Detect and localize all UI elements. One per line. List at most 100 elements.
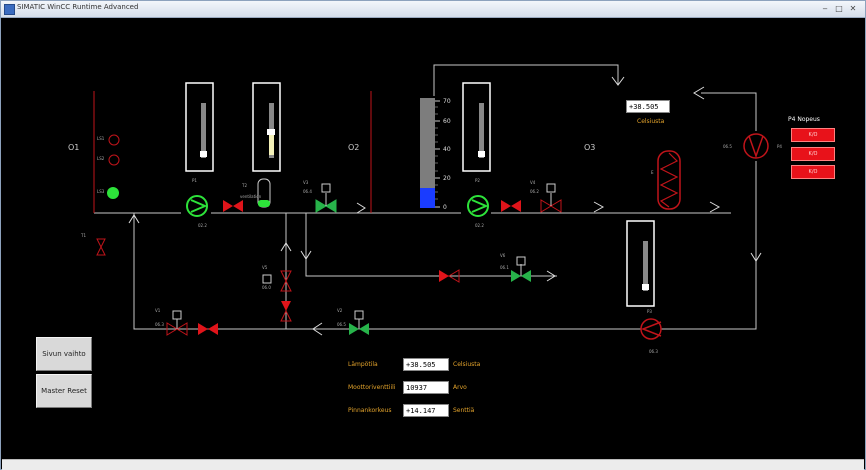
tank-o2-label: O2 bbox=[348, 143, 359, 152]
level-switch-3-icon bbox=[107, 187, 119, 199]
close-button[interactable]: ✕ bbox=[847, 3, 859, 14]
valve-v3[interactable]: V3 06.4 bbox=[303, 180, 337, 213]
motor-valve-unit: Arvo bbox=[453, 384, 467, 391]
tanks bbox=[93, 91, 372, 213]
pump-p4[interactable]: 06.5 P4 bbox=[723, 133, 782, 159]
temperature-unit: Celsiusta bbox=[637, 118, 665, 125]
level-unit: Senttiä bbox=[453, 407, 475, 414]
pump-p2-label: P2 bbox=[475, 178, 480, 183]
valve-red-p2[interactable] bbox=[501, 200, 521, 212]
valve-v5[interactable]: V5 06.0 bbox=[262, 265, 292, 292]
temperature-field-unit: Celsiusta bbox=[453, 361, 481, 368]
pipe-bypass-h bbox=[305, 213, 557, 277]
minimize-button[interactable]: ‒ bbox=[819, 3, 831, 14]
window-title: SIMATIC WinCC Runtime Advanced bbox=[17, 3, 139, 11]
speed-button-1[interactable]: K/O bbox=[791, 128, 835, 142]
heater-label: E bbox=[651, 170, 654, 175]
level-switch-3-label: LS3 bbox=[97, 189, 105, 194]
pipe-overflow bbox=[433, 64, 619, 96]
gauge-2 bbox=[252, 82, 281, 172]
flow-arrow-icon bbox=[709, 201, 721, 213]
master-reset-button[interactable]: Master Reset bbox=[36, 374, 92, 408]
gauge-2-fill bbox=[269, 133, 274, 155]
pump-p1-label: P1 bbox=[192, 178, 197, 183]
pump-p1-value: 02.2 bbox=[198, 223, 207, 228]
valve-v2-value: 06.5 bbox=[337, 322, 346, 327]
level-switch-2-icon bbox=[108, 154, 120, 166]
gauge-2-indicator bbox=[267, 129, 275, 135]
temp-sensor-sub: ventilation bbox=[240, 194, 262, 199]
gauge-3-frame bbox=[462, 82, 491, 172]
pump-p4-label: P4 bbox=[777, 144, 782, 149]
level-switches bbox=[108, 134, 120, 166]
valve-v2[interactable]: V2 06.5 bbox=[337, 308, 369, 335]
gauge-1-frame bbox=[185, 82, 214, 172]
tank-level-tick-20: 20 bbox=[443, 175, 451, 182]
pump-p2[interactable]: P2 02.2 bbox=[467, 178, 489, 228]
valve-red-p1[interactable] bbox=[223, 200, 243, 212]
heater: E bbox=[651, 150, 681, 210]
gauge-2-frame bbox=[252, 82, 281, 172]
flow-arrow-icon bbox=[356, 202, 366, 214]
tank-level-tick-0: 0 bbox=[443, 204, 447, 211]
valve-v6-value: 06.1 bbox=[500, 265, 509, 270]
valve-v6[interactable]: V6 06.1 bbox=[500, 253, 531, 282]
valve-v6-label: V6 bbox=[500, 253, 506, 258]
level-field: +14.147 bbox=[403, 404, 449, 417]
tank-level-ticks bbox=[435, 100, 440, 208]
gauge-3 bbox=[462, 82, 491, 172]
valve-v1-label: V1 bbox=[155, 308, 161, 313]
flow-arrow-icon bbox=[593, 201, 605, 213]
title-bar: SIMATIC WinCC Runtime Advanced ‒ □ ✕ bbox=[1, 1, 865, 18]
temp-sensor-label: T2 bbox=[241, 183, 247, 188]
pump-p4-value: 06.5 bbox=[723, 144, 732, 149]
maximize-button[interactable]: □ bbox=[833, 3, 845, 14]
speed-button-2[interactable]: K/O bbox=[791, 147, 835, 161]
pipe-p4-down bbox=[661, 161, 757, 330]
temp-sensor: T2 ventilation bbox=[240, 178, 271, 208]
page-switch-button[interactable]: Sivun vaihto bbox=[36, 337, 92, 371]
gauge-1-track bbox=[201, 103, 206, 158]
tank-level-fill bbox=[420, 188, 435, 208]
tank-o3-label: O3 bbox=[584, 143, 595, 152]
valve-t1-label: T1 bbox=[80, 233, 86, 238]
gauge-4 bbox=[626, 220, 655, 307]
valve-icon[interactable] bbox=[501, 200, 521, 212]
temperature-readout: +38.505 bbox=[626, 100, 670, 113]
gauge-4-frame bbox=[626, 220, 655, 307]
level-switch-1-icon bbox=[108, 134, 120, 146]
level-switch-1-label: LS1 bbox=[97, 136, 105, 141]
tank-level: 70 60 40 20 0 bbox=[420, 98, 451, 211]
pump-p3[interactable]: P3 06.3 bbox=[640, 309, 662, 354]
valve-icon[interactable] bbox=[281, 301, 291, 311]
pipe-top-right bbox=[701, 92, 757, 97]
motor-valve-label: Moottoriventtiili bbox=[348, 384, 396, 391]
level-label: Pinnankorkeus bbox=[348, 407, 392, 414]
pump-p3-value: 06.3 bbox=[649, 349, 658, 354]
speed-title: P4 Nopeus bbox=[788, 116, 820, 123]
level-switch-2-label: LS2 bbox=[97, 156, 105, 161]
valve-v4[interactable]: V4 06.2 bbox=[530, 180, 562, 213]
horizontal-scrollbar[interactable] bbox=[2, 459, 864, 470]
app-icon bbox=[4, 4, 15, 15]
tank-level-tick-70: 70 bbox=[443, 98, 451, 105]
pump-p1[interactable]: P1 02.2 bbox=[186, 178, 208, 228]
temperature-field: +38.505 bbox=[403, 358, 449, 371]
gauge-3-track bbox=[479, 103, 484, 158]
tank-o1-label: O1 bbox=[68, 143, 79, 152]
valve-t1-icon[interactable] bbox=[96, 238, 106, 256]
pump-p3-label: P3 bbox=[647, 309, 652, 314]
valve-icon[interactable] bbox=[439, 270, 449, 282]
pipe-return bbox=[133, 213, 641, 330]
valve-v1[interactable]: V1 06.3 bbox=[155, 308, 218, 336]
valve-v4-label: V4 bbox=[530, 180, 536, 185]
speed-button-3[interactable]: K/O bbox=[791, 165, 835, 179]
valve-v1-x[interactable]: T1 bbox=[80, 233, 106, 256]
valve-v1-value: 06.3 bbox=[155, 322, 164, 327]
valve-icon[interactable] bbox=[223, 200, 243, 212]
temperature-label: Lämpötila bbox=[348, 361, 378, 368]
valve-v5-label: V5 bbox=[262, 265, 268, 270]
valve-v4-value: 06.2 bbox=[530, 189, 539, 194]
motor-valve-field: 10937 bbox=[403, 381, 449, 394]
tank-level-tick-40: 40 bbox=[443, 146, 451, 153]
